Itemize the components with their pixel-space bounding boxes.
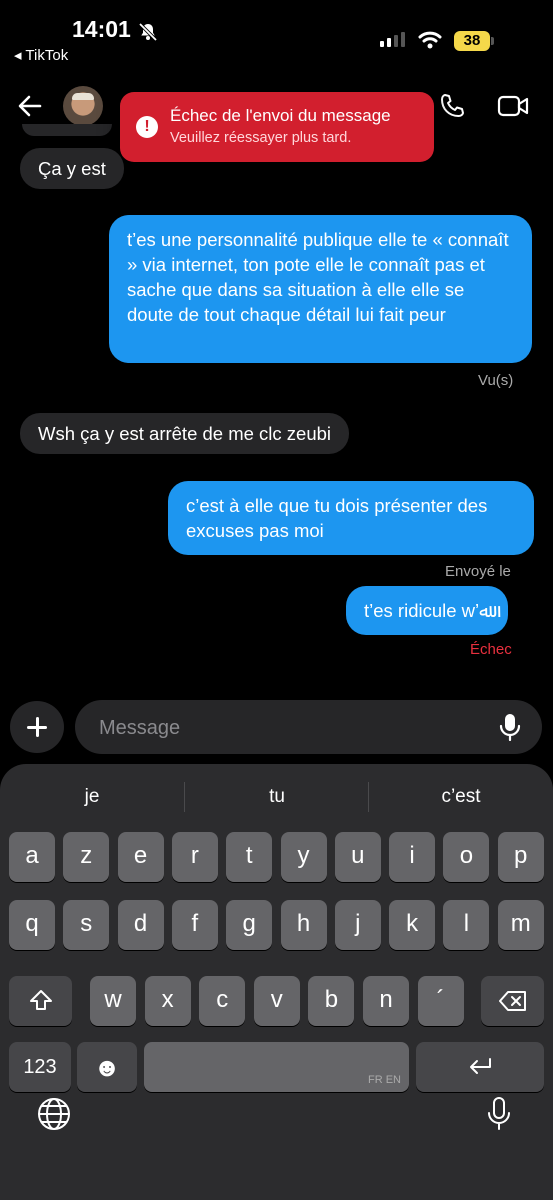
toast-title: Échec de l'envoi du message	[170, 106, 391, 125]
message-input[interactable]	[97, 714, 481, 742]
key-accent[interactable]: ´	[417, 976, 464, 1026]
battery-level: 38	[454, 31, 490, 51]
sent-receipt: Envoyé le	[445, 563, 511, 580]
key-p[interactable]: p	[497, 832, 544, 882]
message-incoming[interactable]: Ça y est	[20, 148, 124, 189]
suggestion-divider	[184, 782, 185, 812]
phone-call-icon[interactable]	[438, 92, 466, 120]
toast-subtitle: Veuillez réessayer plus tard.	[170, 130, 352, 146]
key-m[interactable]: m	[497, 900, 544, 950]
dictation-mic-icon[interactable]	[486, 1096, 512, 1132]
status-time: 14:01	[72, 16, 131, 42]
back-arrow-icon[interactable]	[16, 92, 44, 120]
suggestion-divider	[368, 782, 369, 812]
back-to-app-link[interactable]: ◂ TikTok	[14, 46, 68, 64]
microphone-icon[interactable]	[499, 713, 521, 741]
key-k[interactable]: k	[389, 900, 436, 950]
space-key[interactable]: FR EN	[144, 1042, 409, 1092]
add-attachment-button[interactable]	[10, 701, 64, 753]
key-v[interactable]: v	[253, 976, 300, 1026]
message-input-container[interactable]	[75, 700, 542, 754]
key-a[interactable]: a	[9, 832, 55, 882]
return-key[interactable]	[416, 1042, 544, 1092]
battery-tip	[491, 37, 494, 45]
key-s[interactable]: s	[63, 900, 110, 950]
suggestion-2[interactable]: tu	[217, 786, 337, 808]
key-t[interactable]: t	[226, 832, 273, 882]
message-outgoing-failed[interactable]: t’es ridicule w’ﷲ	[346, 586, 508, 635]
key-c[interactable]: c	[199, 976, 246, 1026]
bell-muted-icon	[138, 22, 158, 42]
key-e[interactable]: e	[117, 832, 164, 882]
failed-status[interactable]: Échec	[470, 641, 512, 658]
key-u[interactable]: u	[334, 832, 381, 882]
keyboard: je tu c’est azertyuiop qsdfghjklm wxcvbn…	[0, 764, 553, 1200]
key-r[interactable]: r	[171, 832, 218, 882]
key-f[interactable]: f	[171, 900, 218, 950]
key-q[interactable]: q	[9, 900, 55, 950]
key-d[interactable]: d	[117, 900, 164, 950]
message-outgoing[interactable]: c’est à elle que tu dois présenter des e…	[168, 481, 534, 555]
key-x[interactable]: x	[144, 976, 191, 1026]
previous-message-edge	[22, 124, 112, 136]
contact-avatar[interactable]	[63, 86, 103, 126]
key-n[interactable]: n	[363, 976, 409, 1026]
seen-receipt: Vu(s)	[478, 372, 514, 389]
numbers-key[interactable]: 123	[9, 1042, 71, 1092]
key-b[interactable]: b	[308, 976, 355, 1026]
globe-icon[interactable]	[36, 1096, 72, 1132]
emoji-key[interactable]: ☻	[77, 1042, 137, 1092]
key-j[interactable]: j	[334, 900, 381, 950]
video-call-icon[interactable]	[497, 94, 529, 118]
key-l[interactable]: l	[443, 900, 490, 950]
error-toast[interactable]: ! Échec de l'envoi du message Veuillez r…	[120, 92, 434, 162]
delete-key[interactable]	[481, 976, 544, 1026]
message-incoming[interactable]: Wsh ça y est arrête de me clc zeubi	[20, 413, 350, 454]
cellular-signal-icon	[380, 32, 405, 47]
key-w[interactable]: w	[90, 976, 136, 1026]
key-y[interactable]: y	[280, 832, 327, 882]
message-outgoing[interactable]: t’es une personnalité publique elle te «…	[109, 215, 532, 363]
alert-icon: !	[136, 116, 158, 138]
shift-key[interactable]	[9, 976, 72, 1026]
suggestion-1[interactable]: je	[32, 786, 152, 808]
key-i[interactable]: i	[389, 832, 436, 882]
key-o[interactable]: o	[443, 832, 490, 882]
suggestion-3[interactable]: c’est	[401, 786, 521, 808]
key-g[interactable]: g	[226, 900, 273, 950]
key-h[interactable]: h	[280, 900, 327, 950]
key-z[interactable]: z	[63, 832, 110, 882]
space-language-label: FR EN	[368, 1074, 401, 1086]
wifi-icon	[418, 31, 442, 49]
